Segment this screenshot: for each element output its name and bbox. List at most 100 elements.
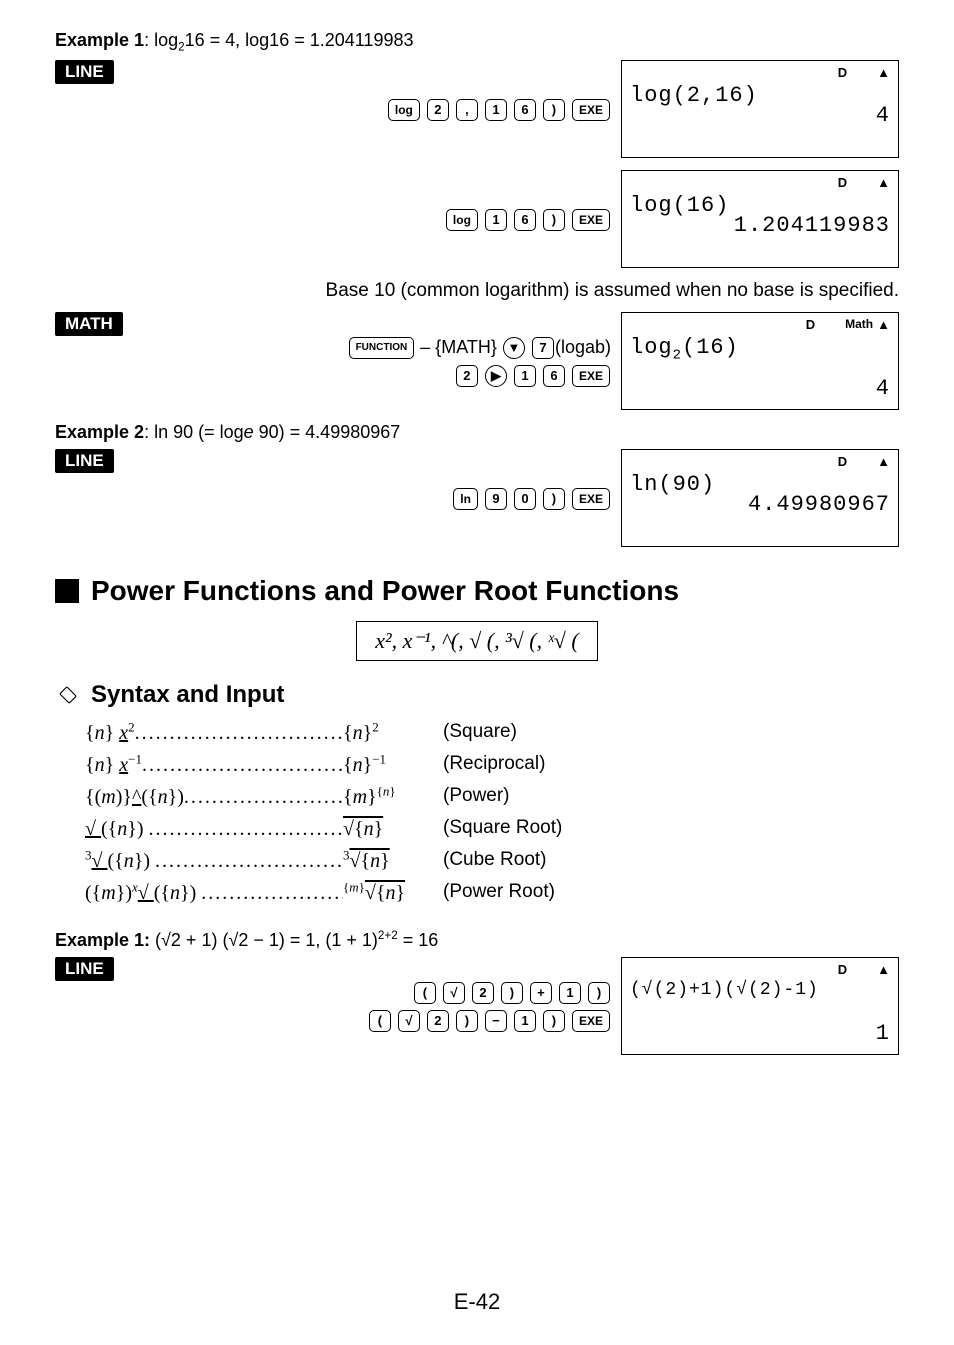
key-6: 6 bbox=[543, 365, 565, 387]
keyseq-ln90: ln 9 0 ) EXE bbox=[452, 484, 611, 512]
key-2: 2 bbox=[456, 365, 478, 387]
key-rparen: ) bbox=[501, 982, 523, 1004]
up-icon: ▲ bbox=[877, 317, 890, 332]
sub-heading-text: Syntax and Input bbox=[91, 681, 284, 709]
key-exe: EXE bbox=[572, 1010, 610, 1032]
keyseq-log-16: log 1 6 ) EXE bbox=[445, 205, 611, 233]
screen-log-2-16: D ▲ log(2,16) 4 bbox=[621, 60, 899, 158]
line-badge: LINE bbox=[55, 60, 114, 84]
key-rparen: ) bbox=[543, 209, 565, 231]
line-badge: LINE bbox=[55, 449, 114, 473]
key-1: 1 bbox=[514, 365, 536, 387]
table-row: ({m})x√ ({n}) {m}√{n} (Power Root) bbox=[85, 877, 899, 909]
screen-input: log(2,16) bbox=[630, 83, 758, 108]
example3-heading: Example 1: (√2 + 1) (√2 − 1) = 1, (1 + 1… bbox=[55, 929, 899, 951]
status-d: D bbox=[838, 962, 847, 977]
status-d: D bbox=[838, 454, 847, 469]
syntax-table: {n} x2 {n}2 (Square) {n} x−1 {n}−1 (Reci… bbox=[85, 717, 899, 909]
key-right: ▶ bbox=[485, 365, 507, 387]
formula-box: x², x⁻¹, ^(, √ (, ³√ (, ˣ√ ( bbox=[356, 621, 597, 661]
screen-log-16: D ▲ log(16) 1.204119983 bbox=[621, 170, 899, 268]
screen-result: 1.204119983 bbox=[734, 213, 890, 238]
key-rparen: ) bbox=[456, 1010, 478, 1032]
key-2: 2 bbox=[427, 99, 449, 121]
key-rparen: ) bbox=[543, 1010, 565, 1032]
key-sqrt: √ bbox=[398, 1010, 420, 1032]
key-rparen: ) bbox=[543, 99, 565, 121]
table-row: {n} x2 {n}2 (Square) bbox=[85, 717, 899, 749]
key-ln: ln bbox=[453, 488, 478, 510]
key-log: log bbox=[388, 99, 420, 121]
square-bullet-icon bbox=[55, 579, 79, 603]
screen-result: 4 bbox=[876, 103, 890, 128]
section-heading-text: Power Functions and Power Root Functions bbox=[91, 575, 679, 607]
key-2: 2 bbox=[472, 982, 494, 1004]
keyseq-logab-1: FUNCTION – {MATH} ▼ 7(logab) bbox=[348, 333, 611, 361]
status-math: Math bbox=[845, 317, 873, 332]
example1-label: Example 1 bbox=[55, 30, 144, 50]
table-row: √ ({n}) √{n} (Square Root) bbox=[85, 813, 899, 845]
key-plus: + bbox=[530, 982, 552, 1004]
screen-logab: D Math ▲ log2(16) 4 bbox=[621, 312, 899, 410]
key-1: 1 bbox=[485, 99, 507, 121]
screen-input: log2(16) bbox=[630, 335, 739, 363]
section-heading: Power Functions and Power Root Functions bbox=[55, 575, 899, 607]
key-log: log bbox=[446, 209, 478, 231]
row-sqrt-product: LINE ( √ 2 ) + 1 ) ( √ 2 ) − 1 ) EXE bbox=[55, 957, 899, 1055]
key-6: 6 bbox=[514, 99, 536, 121]
key-1: 1 bbox=[559, 982, 581, 1004]
key-exe: EXE bbox=[572, 488, 610, 510]
example2-label: Example 2 bbox=[55, 422, 144, 442]
key-down: ▼ bbox=[503, 337, 525, 359]
key-6: 6 bbox=[514, 209, 536, 231]
up-icon: ▲ bbox=[877, 962, 890, 977]
row-logab: MATH FUNCTION – {MATH} ▼ 7(logab) 2 ▶ 1 … bbox=[55, 312, 899, 410]
example2-text: : ln 90 (= loge 90) = 4.49980967 bbox=[144, 422, 400, 442]
sub-heading: Syntax and Input bbox=[55, 681, 899, 709]
row-log-16: log 1 6 ) EXE D ▲ log(16) 1.204119983 bbox=[55, 170, 899, 268]
key-0: 0 bbox=[514, 488, 536, 510]
screen-result: 4 bbox=[876, 376, 890, 401]
example1-text: : log216 = 4, log16 = 1.204119983 bbox=[144, 30, 413, 50]
key-9: 9 bbox=[485, 488, 507, 510]
manual-page: Example 1: log216 = 4, log16 = 1.2041199… bbox=[0, 0, 954, 1345]
base10-note: Base 10 (common logarithm) is assumed wh… bbox=[55, 280, 899, 302]
key-exe: EXE bbox=[572, 365, 610, 387]
row-ln90: LINE ln 9 0 ) EXE D ▲ ln(90) 4.49980967 bbox=[55, 449, 899, 547]
table-row: {(m)}^({n}) {m}{n} (Power) bbox=[85, 781, 899, 813]
screen-result: 4.49980967 bbox=[748, 492, 890, 517]
example3-label: Example 1: bbox=[55, 930, 150, 950]
up-icon: ▲ bbox=[877, 175, 890, 190]
key-2: 2 bbox=[427, 1010, 449, 1032]
key-1: 1 bbox=[485, 209, 507, 231]
screen-sqrt-product: D ▲ (√(2)+1)(√(2)-1) 1 bbox=[621, 957, 899, 1055]
keyseq-sqrt-1: ( √ 2 ) + 1 ) bbox=[413, 978, 611, 1006]
key-exe: EXE bbox=[572, 99, 610, 121]
key-minus: − bbox=[485, 1010, 507, 1032]
key-lparen: ( bbox=[414, 982, 436, 1004]
key-1: 1 bbox=[514, 1010, 536, 1032]
key-7: 7 bbox=[532, 337, 554, 359]
status-d: D bbox=[838, 65, 847, 80]
keyseq-log-2-16: log 2 , 1 6 ) EXE bbox=[387, 95, 611, 123]
key-rparen: ) bbox=[588, 982, 610, 1004]
example1-heading: Example 1: log216 = 4, log16 = 1.2041199… bbox=[55, 30, 899, 54]
key-comma: , bbox=[456, 99, 478, 121]
example2-heading: Example 2: ln 90 (= loge 90) = 4.4998096… bbox=[55, 422, 899, 443]
example3-text: (√2 + 1) (√2 − 1) = 1, (1 + 1)2+2 = 16 bbox=[150, 930, 438, 950]
table-row: {n} x−1 {n}−1 (Reciprocal) bbox=[85, 749, 899, 781]
line-badge: LINE bbox=[55, 957, 114, 981]
key-function: FUNCTION bbox=[349, 337, 415, 359]
key-exe: EXE bbox=[572, 209, 610, 231]
status-d: D bbox=[838, 175, 847, 190]
status-d: D bbox=[806, 317, 815, 332]
page-number: E-42 bbox=[0, 1289, 954, 1315]
nav-icon bbox=[55, 685, 81, 705]
keyseq-logab-2: 2 ▶ 1 6 EXE bbox=[455, 361, 611, 389]
table-row: 3√ ({n}) 3√{n} (Cube Root) bbox=[85, 845, 899, 877]
screen-input: log(16) bbox=[630, 193, 729, 218]
key-lparen: ( bbox=[369, 1010, 391, 1032]
row-log-2-16: LINE log 2 , 1 6 ) EXE D ▲ log(2,16) 4 bbox=[55, 60, 899, 158]
screen-result: 1 bbox=[876, 1021, 890, 1046]
screen-ln90: D ▲ ln(90) 4.49980967 bbox=[621, 449, 899, 547]
